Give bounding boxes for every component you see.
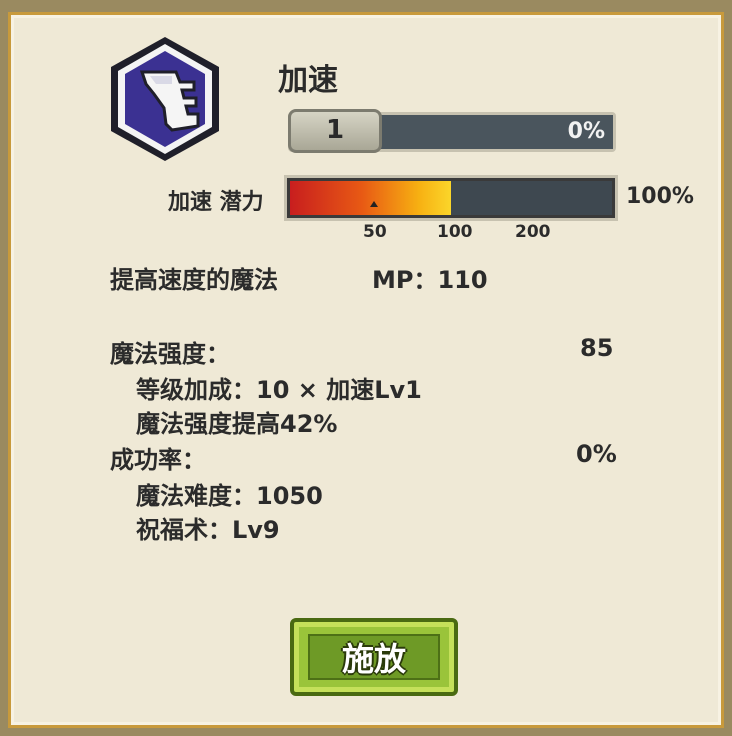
skill-level-bar: 1 0%	[288, 109, 616, 153]
cast-button[interactable]: 施放	[290, 618, 458, 696]
skill-description: 提高速度的魔法	[110, 266, 278, 294]
level-bonus: 等级加成：10 × 加速Lv1	[136, 376, 422, 404]
success-rate-label: 成功率：	[110, 446, 206, 474]
speed-boot-icon	[111, 37, 219, 161]
cast-button-label: 施放	[341, 640, 406, 678]
magic-power-value: 85	[580, 334, 614, 362]
potential-marker	[370, 201, 378, 207]
potential-tick-100: 100	[437, 222, 473, 242]
potential-label: 加速 潜力	[168, 190, 264, 215]
potential-tick-200: 200	[515, 222, 551, 242]
mp-cost: MP：110	[372, 266, 488, 294]
power-boost: 魔法强度提高42%	[136, 410, 338, 438]
potential-percent: 100%	[626, 184, 694, 209]
blessing-level: 祝福术：Lv9	[136, 516, 280, 544]
magic-difficulty: 魔法难度：1050	[136, 482, 323, 510]
success-rate-value: 0%	[576, 440, 617, 468]
cast-button-face[interactable]: 施放	[308, 634, 440, 680]
magic-power-label: 魔法强度：	[110, 340, 230, 368]
skill-title: 加速	[278, 63, 338, 98]
potential-tick-50: 50	[363, 222, 387, 242]
level-progress-percent: 0%	[567, 119, 605, 144]
potential-fill	[290, 181, 451, 215]
skill-level-badge: 1	[288, 109, 382, 153]
potential-bar	[284, 175, 618, 221]
